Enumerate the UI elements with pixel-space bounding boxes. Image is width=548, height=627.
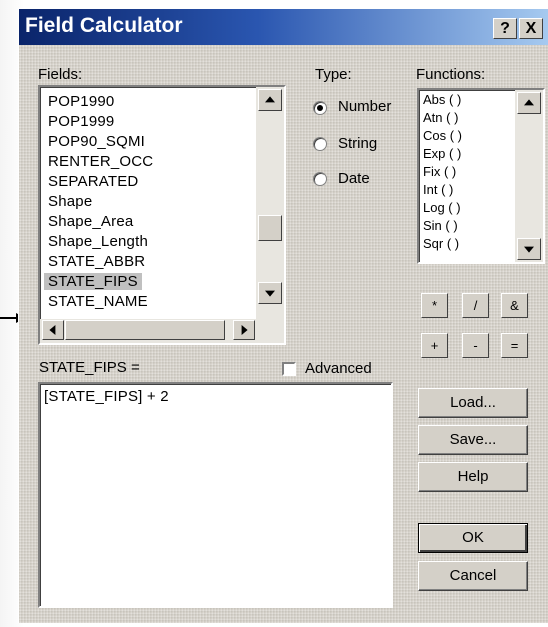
help-title-button[interactable]: ? (493, 18, 517, 39)
list-item[interactable]: Shape (48, 193, 92, 210)
list-item[interactable]: STATE_ABBR (48, 253, 145, 270)
list-item[interactable]: Log ( ) (423, 200, 461, 215)
functions-list[interactable]: Abs ( ) Atn ( ) Cos ( ) Exp ( ) Fix ( ) … (417, 88, 545, 264)
list-item[interactable]: POP1990 (48, 93, 114, 110)
advanced-label[interactable]: Advanced (305, 360, 372, 377)
scroll-thumb[interactable] (258, 215, 282, 241)
help-button[interactable]: Help (418, 462, 528, 492)
list-item[interactable]: POP90_SQMI (48, 133, 145, 150)
window-title: Field Calculator (25, 14, 183, 37)
subtract-button[interactable]: - (462, 333, 489, 358)
ok-button[interactable]: OK (418, 523, 528, 553)
chevron-left-icon (49, 325, 56, 335)
scroll-down-button[interactable] (517, 238, 541, 260)
fields-vertical-scrollbar[interactable] (256, 87, 284, 323)
chevron-up-icon (524, 99, 534, 106)
functions-vertical-scrollbar[interactable] (515, 90, 543, 262)
list-item[interactable]: Shape_Length (48, 233, 148, 250)
equals-button[interactable]: = (501, 333, 528, 358)
close-button[interactable]: X (519, 18, 543, 39)
list-item[interactable]: Int ( ) (423, 182, 453, 197)
expression-text: [STATE_FIPS] + 2 (44, 388, 169, 405)
add-button[interactable]: + (421, 333, 448, 358)
type-number-radio[interactable] (313, 101, 327, 115)
load-button[interactable]: Load... (418, 388, 528, 418)
scroll-right-button[interactable] (233, 320, 255, 340)
list-item[interactable]: STATE_NAME (48, 293, 148, 310)
field-calculator-dialog: Field Calculator ? X Fields: POP1990 POP… (18, 8, 548, 623)
type-date-radio[interactable] (313, 172, 327, 186)
type-string-label[interactable]: String (338, 135, 377, 152)
list-item[interactable]: Abs ( ) (423, 92, 461, 107)
list-item[interactable]: Cos ( ) (423, 128, 462, 143)
list-item[interactable]: POP1999 (48, 113, 114, 130)
scroll-up-button[interactable] (258, 89, 282, 111)
list-item[interactable]: RENTER_OCC (48, 153, 153, 170)
chevron-up-icon (265, 96, 275, 103)
chevron-down-icon (524, 246, 534, 253)
type-number-label[interactable]: Number (338, 98, 391, 115)
scroll-down-button[interactable] (258, 282, 282, 304)
list-item[interactable]: Atn ( ) (423, 110, 458, 125)
advanced-checkbox[interactable] (282, 362, 296, 376)
fields-label: Fields: (38, 66, 83, 83)
expression-label: STATE_FIPS = (39, 359, 140, 376)
title-bar[interactable]: Field Calculator ? X (19, 9, 548, 45)
list-item[interactable]: Fix ( ) (423, 164, 456, 179)
chevron-right-icon (241, 325, 248, 335)
list-item[interactable]: Shape_Area (48, 213, 133, 230)
fields-horizontal-scrollbar[interactable] (40, 319, 284, 343)
list-item-selected[interactable]: STATE_FIPS (44, 273, 142, 290)
functions-label: Functions: (416, 66, 486, 83)
list-item[interactable]: Sqr ( ) (423, 236, 459, 251)
chevron-down-icon (265, 290, 275, 297)
multiply-button[interactable]: * (421, 293, 448, 318)
fields-list[interactable]: POP1990 POP1999 POP90_SQMI RENTER_OCC SE… (38, 85, 286, 345)
list-item[interactable]: Sin ( ) (423, 218, 458, 233)
type-string-radio[interactable] (313, 137, 327, 151)
scroll-up-button[interactable] (517, 92, 541, 114)
divide-button[interactable]: / (462, 293, 489, 318)
type-date-label[interactable]: Date (338, 170, 370, 187)
list-item[interactable]: Exp ( ) (423, 146, 461, 161)
type-label: Type: (315, 66, 352, 83)
list-item[interactable]: SEPARATED (48, 173, 138, 190)
scroll-left-button[interactable] (42, 320, 64, 340)
hscroll-thumb[interactable] (65, 320, 225, 340)
cancel-button[interactable]: Cancel (418, 561, 528, 591)
expression-textarea[interactable]: [STATE_FIPS] + 2 (38, 382, 393, 608)
concat-button[interactable]: & (501, 293, 528, 318)
save-button[interactable]: Save... (418, 425, 528, 455)
